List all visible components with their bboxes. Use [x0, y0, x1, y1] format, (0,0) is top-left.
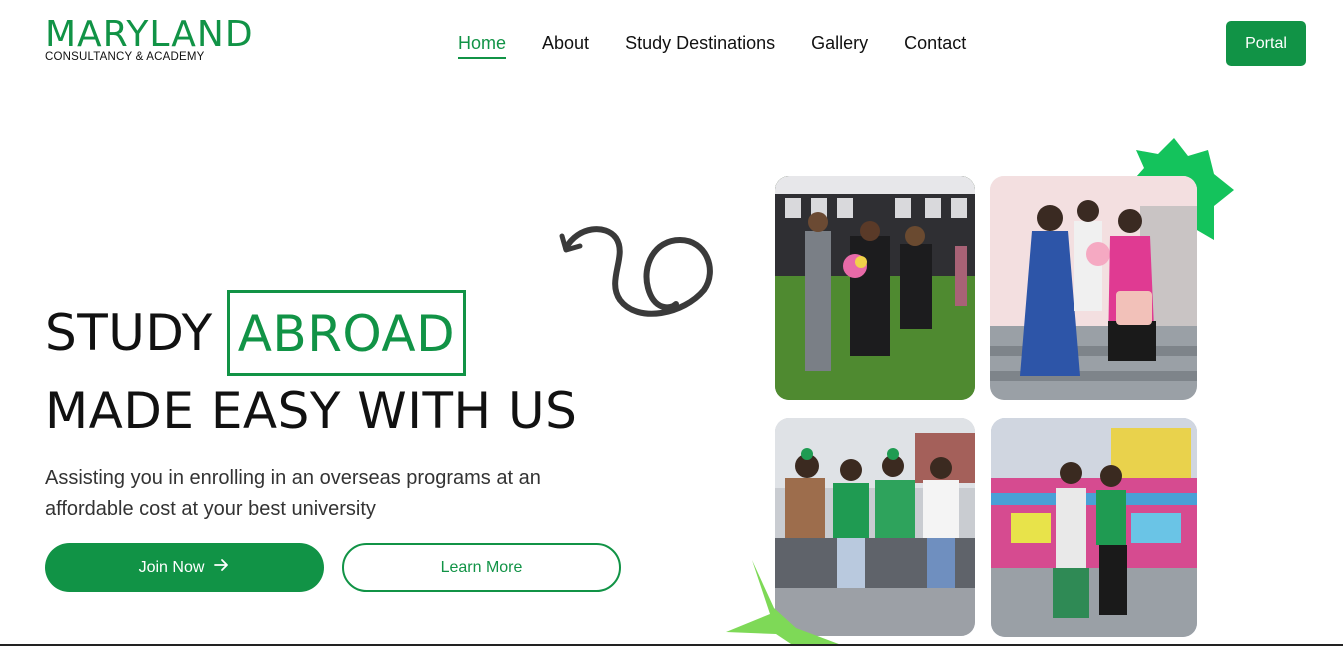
nav-study-destinations[interactable]: Study Destinations	[625, 33, 775, 59]
brand-logo[interactable]: MARYLAND CONSULTANCY & ACADEMY	[45, 14, 254, 64]
hero-title-line2: MADE EASY WITH US	[45, 382, 578, 440]
graduation-photo	[775, 176, 975, 400]
funfair-photo	[991, 418, 1197, 637]
nav-gallery[interactable]: Gallery	[811, 33, 868, 59]
join-now-label: Join Now	[138, 558, 205, 576]
brand-name: MARYLAND	[45, 14, 254, 55]
join-now-button[interactable]: Join Now	[45, 543, 324, 592]
learn-more-button[interactable]: Learn More	[342, 543, 621, 592]
nav-contact[interactable]: Contact	[904, 33, 966, 59]
nav-about[interactable]: About	[542, 33, 589, 59]
arrow-right-icon	[214, 558, 230, 577]
hero-description: Assisting you in enrolling in an oversea…	[45, 467, 541, 520]
family-bouquet-photo	[990, 176, 1197, 400]
squiggle-arrow-icon	[559, 226, 713, 317]
lime-star-shape	[726, 560, 844, 646]
main-nav: Home About Study Destinations Gallery Co…	[458, 33, 966, 59]
hero-title-highlight-box: ABROAD	[226, 290, 467, 376]
hero-title-word: STUDY	[45, 304, 213, 362]
portal-button[interactable]: Portal	[1226, 21, 1306, 66]
hero-title-line1: STUDY ABROAD	[45, 290, 467, 376]
nav-home[interactable]: Home	[458, 33, 507, 59]
hero-title-highlight: ABROAD	[237, 305, 456, 363]
